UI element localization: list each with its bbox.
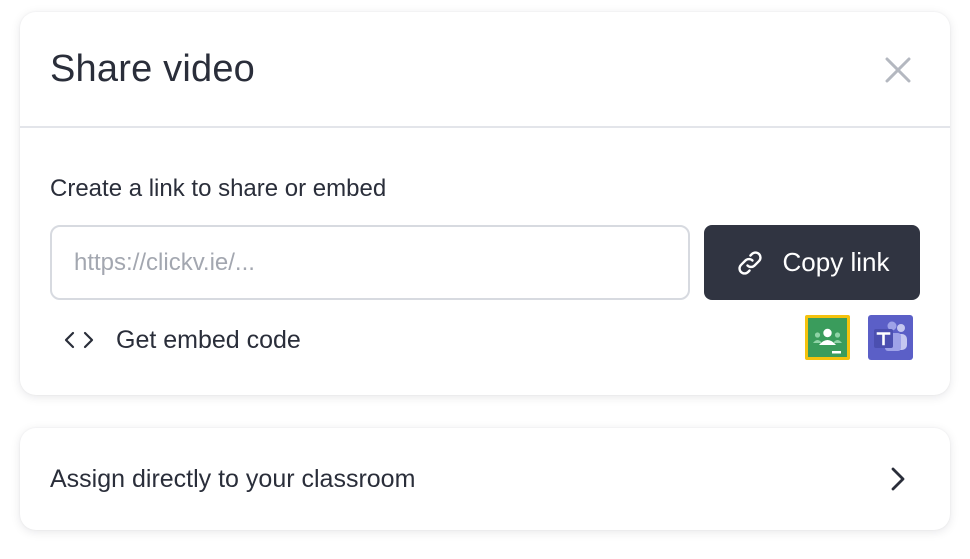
dialog-header: Share video xyxy=(20,12,950,128)
copy-link-label: Copy link xyxy=(782,247,890,277)
close-icon xyxy=(885,57,911,83)
share-link-label: Create a link to share or embed xyxy=(50,175,387,202)
microsoft-teams-button[interactable] xyxy=(868,315,913,360)
get-embed-code-link[interactable]: Get embed code xyxy=(64,320,301,360)
share-video-dialog: Share video Create a link to share or em… xyxy=(20,12,950,395)
assign-to-classroom-row[interactable]: Assign directly to your classroom xyxy=(20,428,950,530)
get-embed-code-label: Get embed code xyxy=(116,325,301,354)
microsoft-teams-icon xyxy=(868,315,913,360)
assign-to-classroom-label: Assign directly to your classroom xyxy=(50,465,416,493)
google-classroom-icon xyxy=(805,315,850,360)
share-link-input[interactable] xyxy=(50,225,690,300)
dialog-title: Share video xyxy=(50,48,256,90)
chevron-right-icon xyxy=(891,467,905,491)
code-icon xyxy=(64,331,94,349)
assign-card: Assign directly to your classroom xyxy=(20,428,950,530)
copy-link-button[interactable]: Copy link xyxy=(704,225,920,300)
google-classroom-button[interactable] xyxy=(805,315,850,360)
link-icon xyxy=(737,250,762,275)
close-button[interactable] xyxy=(880,52,916,88)
